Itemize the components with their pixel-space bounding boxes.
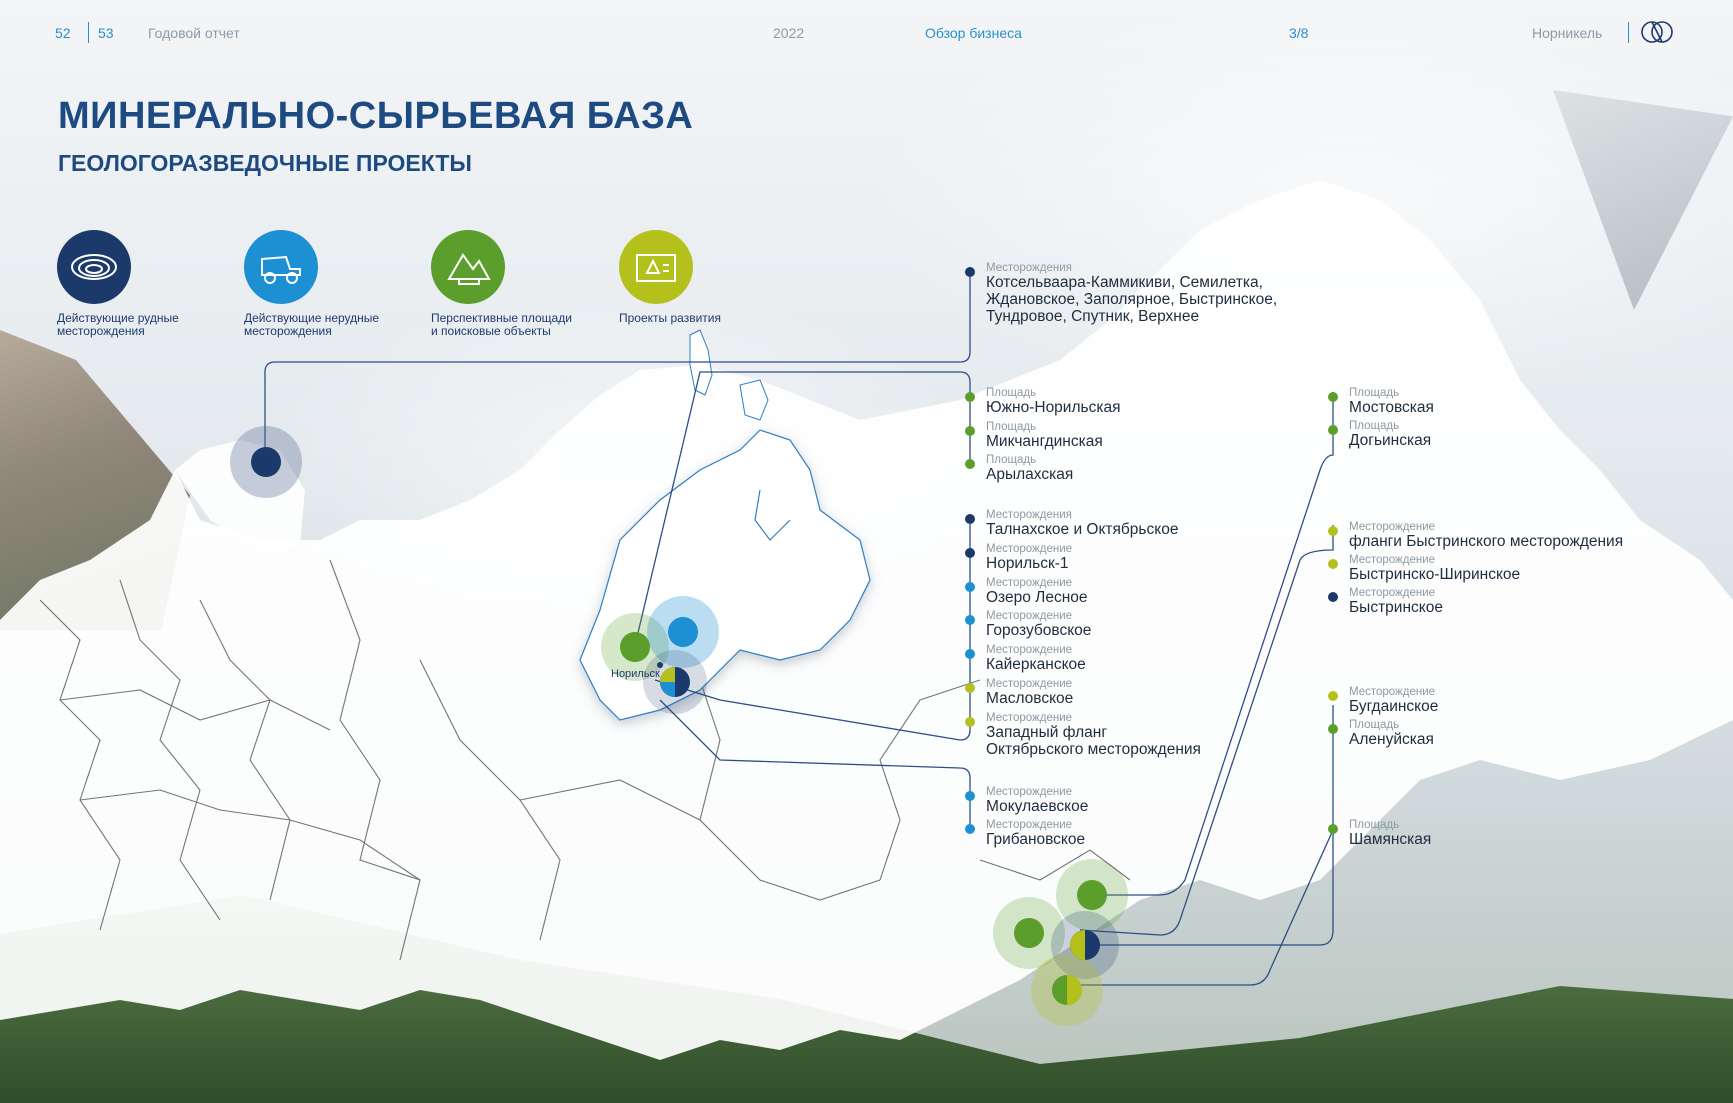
- deposit-type-dot: [965, 267, 975, 277]
- deposit-entry[interactable]: Месторождение Озеро Лесное: [965, 576, 1088, 606]
- deposit-category: Площадь: [1349, 719, 1400, 731]
- deposit-category: Площадь: [1349, 387, 1400, 399]
- deposit-name: Западный фланг: [986, 723, 1107, 741]
- deposit-name: Горозубовское: [986, 622, 1092, 640]
- deposit-entry[interactable]: Месторождение Быстринско-Ширинское: [1328, 554, 1521, 583]
- deposit-entry[interactable]: Месторождение Горозубовское: [965, 610, 1092, 640]
- deposit-type-dot: [965, 581, 975, 592]
- deposit-category: Месторождение: [986, 711, 1073, 724]
- deposit-name: Бугдаинское: [1349, 698, 1439, 715]
- deposit-category: Месторождение: [1349, 587, 1436, 599]
- deposit-entry[interactable]: Месторождение Грибановское: [965, 819, 1086, 848]
- deposit-entry[interactable]: Площадь Аленуйская: [1328, 719, 1434, 748]
- deposit-name: Ждановское, Заполярное, Быстринское,: [986, 291, 1278, 308]
- deposit-entry[interactable]: Месторождение Норильск-1: [965, 542, 1073, 572]
- deposit-type-dot: [1328, 592, 1338, 602]
- kola-marker[interactable]: [251, 447, 281, 477]
- deposit-name: Микчангдинская: [986, 432, 1103, 450]
- east-prospective-marker-2[interactable]: [1014, 918, 1044, 948]
- deposit-name: Котсельваара-Каммикиви, Семилетка,: [986, 274, 1263, 291]
- deposit-type-dot: [965, 716, 975, 727]
- deposit-type-dot: [1328, 724, 1338, 734]
- deposit-type-dot: [965, 791, 975, 801]
- deposit-entry[interactable]: Месторождение Кайерканское: [965, 644, 1086, 674]
- russia-map: Норильск: [0, 180, 1733, 1060]
- deposit-name: Арылахская: [986, 466, 1074, 483]
- deposit-name: Быстринское: [1349, 599, 1443, 616]
- deposit-name: фланги Быстринского месторождения: [1349, 533, 1624, 550]
- deposit-name: Грибановское: [986, 831, 1086, 848]
- deposit-category: Месторождения: [986, 509, 1072, 521]
- deposit-category: Площадь: [1349, 819, 1400, 831]
- deposit-entry[interactable]: Месторождение Быстринское: [1328, 587, 1443, 616]
- deposit-category: Месторождение: [986, 610, 1073, 623]
- deposit-category: Площадь: [986, 454, 1037, 466]
- deposit-category: Месторождение: [986, 786, 1073, 798]
- deposit-entry[interactable]: Месторождение Мокулаевское: [965, 786, 1089, 815]
- deposit-type-dot: [965, 824, 975, 834]
- deposit-entry[interactable]: Площадь Мостовская: [1328, 387, 1434, 416]
- deposit-type-dot: [1328, 691, 1338, 701]
- norilsk-city-label: Норильск: [611, 668, 660, 680]
- deposit-category: Площадь: [1349, 420, 1400, 432]
- deposit-type-dot: [965, 547, 975, 558]
- deposit-type-dot: [965, 425, 975, 436]
- deposit-entry[interactable]: Месторождение Масловское: [965, 678, 1074, 707]
- deposit-name: Быстринско-Ширинское: [1349, 566, 1521, 583]
- deposit-type-dot: [965, 514, 975, 524]
- deposit-name: Талнахское и Октябрьское: [986, 521, 1179, 538]
- deposit-name: Догьинская: [1349, 432, 1432, 449]
- deposit-name: Шамянская: [1349, 831, 1432, 848]
- deposit-entry[interactable]: Месторождение Западный фланг Октябрьского …: [965, 711, 1201, 758]
- deposit-type-dot: [965, 459, 975, 469]
- deposit-type-dot: [965, 392, 975, 402]
- deposit-name: Озеро Лесное: [986, 588, 1088, 606]
- deposit-category: Месторождение: [986, 542, 1073, 555]
- deposit-category: Месторождение: [986, 644, 1073, 657]
- deposit-name: Кайерканское: [986, 656, 1086, 674]
- deposit-type-dot: [1328, 824, 1338, 834]
- deposit-entry[interactable]: Месторождение Бугдаинское: [1328, 686, 1439, 715]
- deposit-entry[interactable]: Площадь Арылахская: [965, 454, 1074, 483]
- deposit-category: Месторождение: [986, 819, 1073, 831]
- deposit-category: Площадь: [986, 420, 1037, 433]
- deposit-name: Тундровое, Спутник, Верхнее: [986, 308, 1200, 325]
- deposit-category: Месторождения: [986, 262, 1072, 274]
- deposit-name: Южно-Норильская: [986, 399, 1121, 416]
- deposit-entry[interactable]: Площадь Микчангдинская: [965, 420, 1103, 450]
- deposit-category: Месторождение: [1349, 554, 1436, 566]
- deposit-entry[interactable]: Площадь Шамянская: [1328, 819, 1432, 848]
- russia-territory: [0, 180, 1733, 1060]
- deposit-type-dot: [1328, 559, 1338, 569]
- deposit-category: Месторождение: [1349, 686, 1436, 698]
- deposit-entry[interactable]: Месторождения Талнахское и Октябрьское: [965, 509, 1179, 538]
- norilsk-nonmetal-marker[interactable]: [668, 617, 698, 647]
- deposit-category: Месторождение: [1349, 521, 1436, 533]
- east-prospective-marker-1[interactable]: [1077, 880, 1107, 910]
- deposit-category: Месторождение: [986, 678, 1073, 690]
- deposit-name: Октябрьского месторождения: [986, 740, 1201, 758]
- deposit-category: Месторождение: [986, 576, 1073, 589]
- deposit-entry[interactable]: Месторождения Котсельваара-Каммикиви, Сем…: [965, 262, 1278, 325]
- deposit-name: Мокулаевское: [986, 798, 1089, 815]
- deposit-name: Мостовская: [1349, 399, 1434, 416]
- deposit-type-dot: [1328, 425, 1338, 435]
- deposit-entry[interactable]: Площадь Южно-Норильская: [965, 387, 1121, 416]
- deposit-type-dot: [1328, 526, 1338, 536]
- deposit-name: Норильск-1: [986, 554, 1069, 572]
- deposit-type-dot: [1328, 392, 1338, 402]
- deposit-category: Площадь: [986, 387, 1037, 399]
- deposit-type-dot: [965, 683, 975, 693]
- deposit-name: Аленуйская: [1349, 731, 1434, 748]
- norilsk-prospective-marker[interactable]: [620, 632, 650, 662]
- deposit-name: Масловское: [986, 690, 1074, 707]
- deposit-entry[interactable]: Площадь Догьинская: [1328, 420, 1432, 449]
- deposit-entry[interactable]: Месторождение фланги Быстринского месторо…: [1328, 521, 1624, 550]
